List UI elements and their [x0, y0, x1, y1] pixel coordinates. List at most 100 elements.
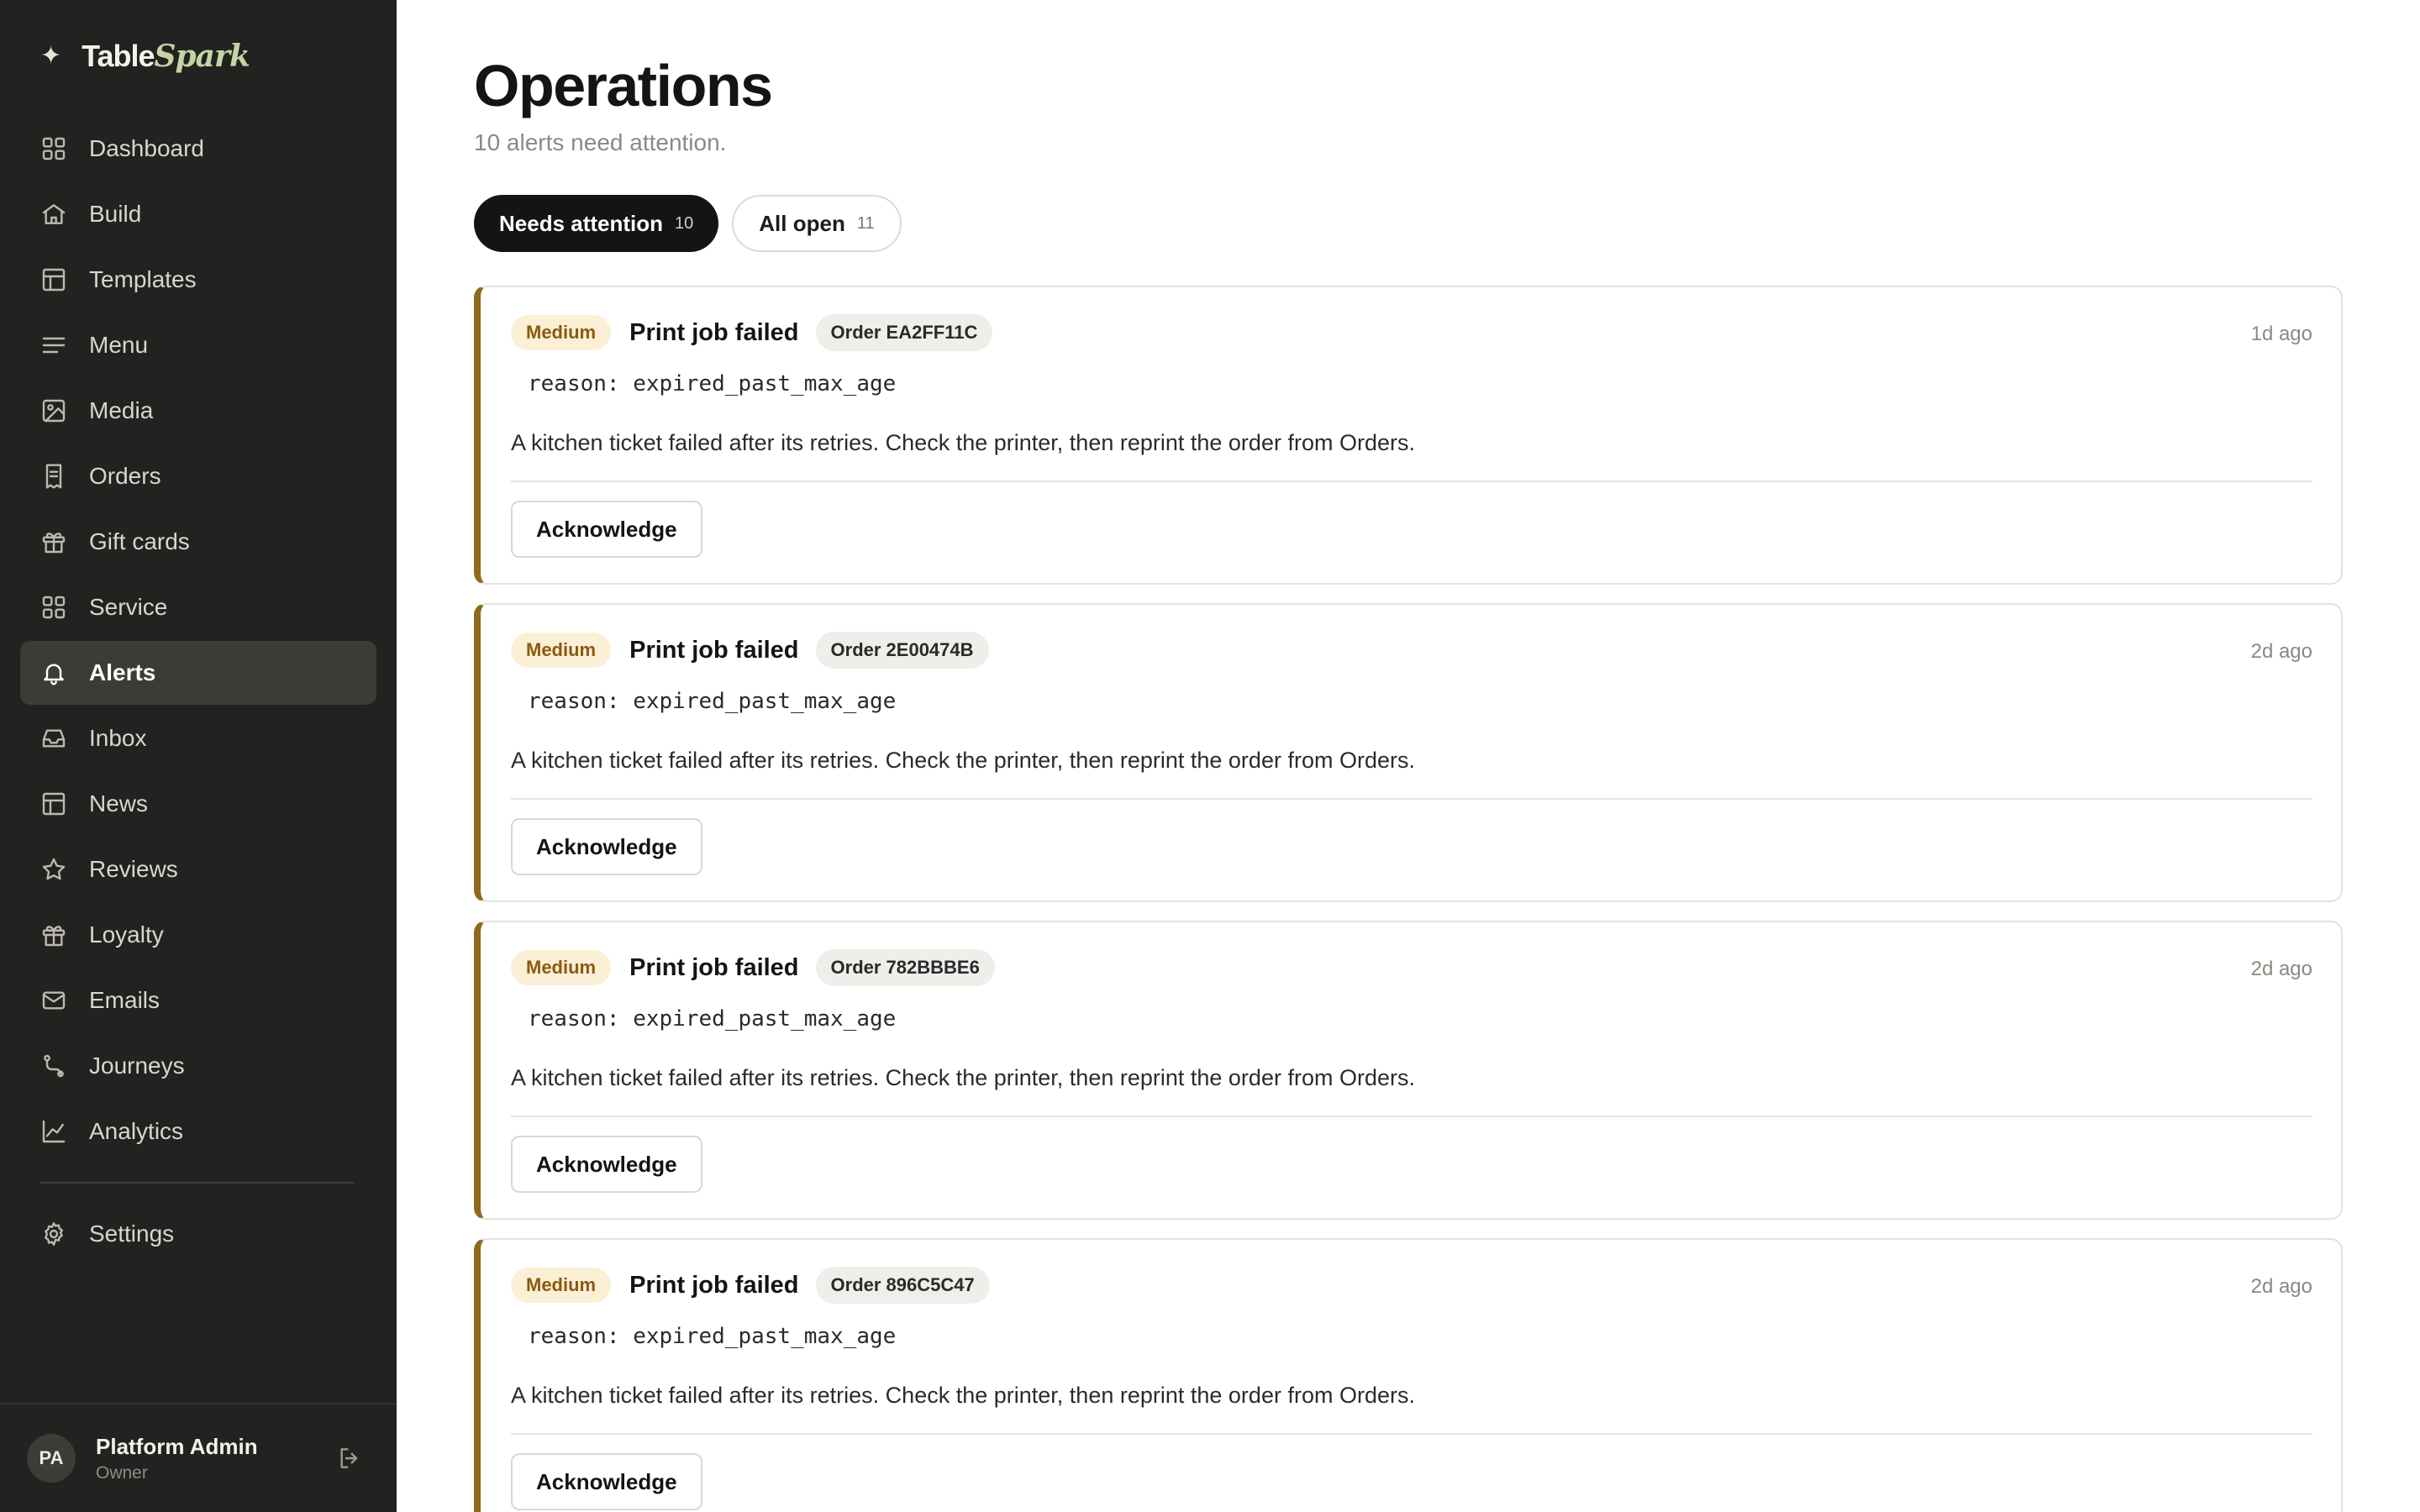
acknowledge-button[interactable]: Acknowledge — [511, 1136, 702, 1193]
gear-icon — [40, 1221, 67, 1247]
sidebar-item-label: Media — [89, 397, 154, 423]
order-chip[interactable]: Order 896C5C47 — [815, 1267, 990, 1304]
home-icon — [40, 201, 67, 228]
layout-icon — [40, 790, 67, 817]
tab-label: All open — [759, 210, 845, 236]
lines-icon — [40, 332, 67, 359]
sidebar-item-orders[interactable]: Orders — [20, 444, 376, 508]
tab-label: Needs attention — [499, 210, 664, 236]
brand-name-accent: Spark — [154, 39, 250, 74]
gift-icon — [40, 921, 67, 948]
alert-divider — [511, 480, 2312, 482]
grid-icon — [40, 135, 67, 162]
sidebar-item-label: Alerts — [89, 659, 156, 685]
star-icon — [40, 856, 67, 883]
sidebar-item-media[interactable]: Media — [20, 379, 376, 443]
sidebar-nav: Dashboard Build Templates Menu Media Orders Gi… — [20, 117, 376, 1268]
sidebar-item-inbox[interactable]: Inbox — [20, 706, 376, 770]
alert-list: Medium Print job failed Order EA2FF11C 1d a… — [474, 286, 2343, 1512]
alert-time: 2d ago — [2250, 958, 2312, 980]
chart-line-icon — [40, 1118, 67, 1145]
alert-divider — [511, 1433, 2312, 1435]
alert-title: Print job failed — [629, 318, 799, 346]
sidebar-item-menu[interactable]: Menu — [20, 313, 376, 377]
sparkle-icon: ✦ — [40, 42, 62, 70]
user-profile[interactable]: PA Platform Admin Owner — [0, 1403, 397, 1512]
sidebar-item-label: Build — [89, 201, 142, 227]
sidebar-item-analytics[interactable]: Analytics — [20, 1100, 376, 1163]
sidebar: ✦ TableSpark Dashboard Build Templates Menu… — [0, 0, 397, 1512]
inbox-icon — [40, 725, 67, 752]
acknowledge-button[interactable]: Acknowledge — [511, 1453, 702, 1510]
tab-count: 11 — [856, 213, 875, 233]
sidebar-item-label: Settings — [89, 1221, 175, 1247]
sidebar-item-settings[interactable]: Settings — [20, 1202, 376, 1266]
sidebar-item-label: News — [89, 790, 149, 816]
alert-time: 2d ago — [2250, 640, 2312, 663]
alert-card: Medium Print job failed Order 782BBBE6 2d a… — [474, 921, 2343, 1220]
page-title: Operations — [474, 53, 773, 118]
sidebar-item-alerts[interactable]: Alerts — [20, 641, 376, 705]
order-chip[interactable]: Order EA2FF11C — [815, 314, 993, 351]
sidebar-divider — [40, 1182, 355, 1184]
sidebar-item-label: Dashboard — [89, 135, 204, 161]
sidebar-item-loyalty[interactable]: Loyalty — [20, 903, 376, 967]
acknowledge-button[interactable]: Acknowledge — [511, 818, 702, 875]
severity-badge: Medium — [511, 950, 612, 985]
sidebar-item-label: Service — [89, 594, 168, 620]
tab-needs-attention[interactable]: Needs attention 10 — [474, 195, 719, 252]
avatar: PA — [27, 1434, 76, 1483]
sidebar-item-label: Gift cards — [89, 528, 190, 554]
sidebar-item-templates[interactable]: Templates — [20, 248, 376, 312]
logout-icon[interactable] — [336, 1445, 363, 1472]
severity-badge: Medium — [511, 633, 612, 668]
alert-card: Medium Print job failed Order 2E00474B 2d a… — [474, 603, 2343, 902]
receipt-icon — [40, 463, 67, 490]
sidebar-item-label: Menu — [89, 332, 149, 358]
alert-reason: reason: expired_past_max_age — [528, 1006, 897, 1032]
sidebar-item-label: Orders — [89, 463, 161, 489]
alert-description: A kitchen ticket failed after its retrie… — [511, 430, 1415, 455]
acknowledge-button[interactable]: Acknowledge — [511, 501, 702, 558]
sidebar-item-reviews[interactable]: Reviews — [20, 837, 376, 901]
gift-icon — [40, 528, 67, 555]
sidebar-item-label: Reviews — [89, 856, 178, 882]
sidebar-item-label: Templates — [89, 266, 197, 292]
user-name: Platform Admin — [96, 1433, 258, 1459]
sidebar-item-service[interactable]: Service — [20, 575, 376, 639]
alert-time: 1d ago — [2250, 323, 2312, 345]
mail-icon — [40, 987, 67, 1014]
sidebar-item-news[interactable]: News — [20, 772, 376, 836]
alert-time: 2d ago — [2250, 1275, 2312, 1298]
sidebar-item-gift-cards[interactable]: Gift cards — [20, 510, 376, 574]
alert-description: A kitchen ticket failed after its retrie… — [511, 748, 1415, 773]
alert-title: Print job failed — [629, 636, 799, 664]
tab-count: 10 — [675, 213, 694, 233]
alert-card: Medium Print job failed Order 896C5C47 2d a… — [474, 1238, 2343, 1512]
layout-icon — [40, 266, 67, 293]
sidebar-item-label: Inbox — [89, 725, 147, 751]
main-content: Operations 10 alerts need attention. Nee… — [397, 0, 2420, 1512]
alert-title: Print job failed — [629, 1271, 799, 1299]
brand-name-primary: Table — [82, 39, 155, 73]
bell-icon — [40, 659, 67, 686]
sidebar-item-build[interactable]: Build — [20, 182, 376, 246]
tab-all-open[interactable]: All open 11 — [732, 195, 902, 252]
order-chip[interactable]: Order 782BBBE6 — [815, 949, 995, 986]
alert-divider — [511, 1116, 2312, 1117]
sidebar-item-emails[interactable]: Emails — [20, 969, 376, 1032]
alert-divider — [511, 798, 2312, 800]
grid-icon — [40, 594, 67, 621]
sidebar-item-label: Analytics — [89, 1118, 184, 1144]
alert-description: A kitchen ticket failed after its retrie… — [511, 1065, 1415, 1090]
brand-logo[interactable]: ✦ TableSpark — [40, 39, 250, 74]
sidebar-item-dashboard[interactable]: Dashboard — [20, 117, 376, 181]
route-icon — [40, 1053, 67, 1079]
order-chip[interactable]: Order 2E00474B — [815, 632, 989, 669]
alert-reason: reason: expired_past_max_age — [528, 689, 897, 714]
user-role: Owner — [96, 1462, 148, 1483]
severity-badge: Medium — [511, 1268, 612, 1303]
sidebar-item-journeys[interactable]: Journeys — [20, 1034, 376, 1098]
filter-tabs: Needs attention 10 All open 11 — [474, 195, 902, 252]
alert-card: Medium Print job failed Order EA2FF11C 1d a… — [474, 286, 2343, 585]
